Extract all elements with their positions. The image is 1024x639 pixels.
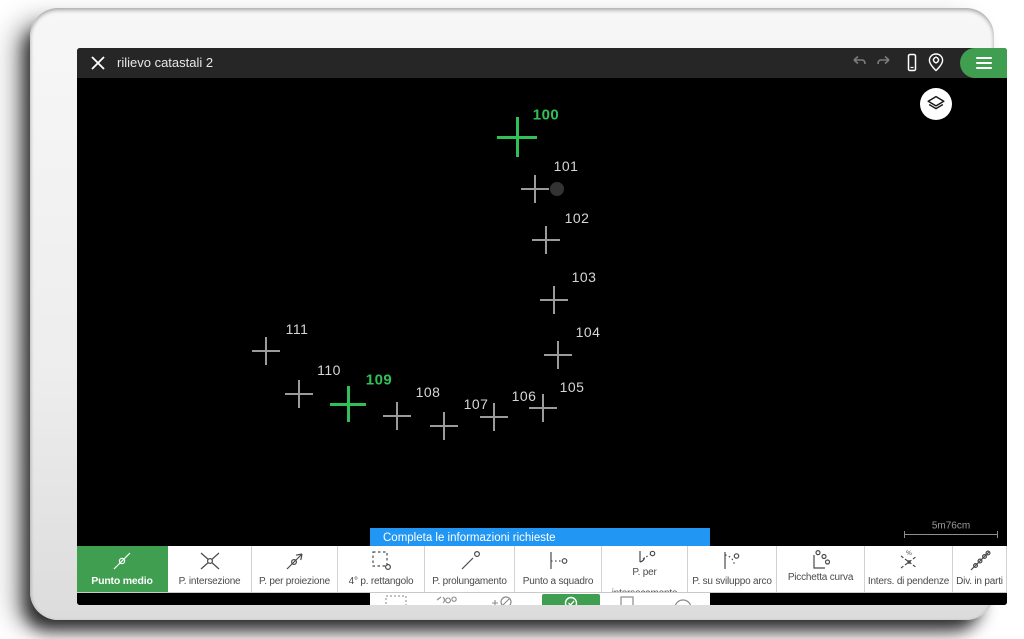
- notification-header: Completa le informazioni richieste: [370, 528, 710, 547]
- app-title: rilievo catastali 2: [117, 48, 213, 78]
- point-cross: [430, 412, 458, 440]
- p-intersezione-icon: [197, 549, 223, 573]
- tool-punto-a-squadro[interactable]: Punto a squadro: [515, 546, 602, 592]
- tool-label: Picchetta curva: [777, 572, 864, 583]
- square-button[interactable]: [618, 594, 640, 605]
- p-prolungamento-icon: [457, 549, 483, 573]
- point-label: 108: [416, 384, 441, 400]
- point-cross: [383, 402, 411, 430]
- p-per-proiezione-icon: [282, 549, 308, 573]
- tool-label: Punto a squadro: [515, 576, 601, 587]
- tool-p-per[interactable]: P. per intersecamento: [602, 546, 688, 592]
- target-icon: [490, 594, 520, 605]
- tool-label: P. per proiezione: [252, 576, 337, 587]
- point-label: 109: [366, 372, 393, 389]
- point-label: 106: [512, 388, 537, 404]
- layers-icon: [925, 93, 947, 115]
- point-cross: [532, 226, 560, 254]
- tool-label: Inters. di pendenze: [865, 576, 952, 587]
- confirm-icon: [560, 594, 582, 605]
- tool-inters-di-pendenze[interactable]: % Inters. di pendenze: [865, 546, 953, 592]
- survey-canvas[interactable]: 100 101 102 103 104 105 106 107 108 109 110 111 5m7…: [77, 78, 1007, 605]
- point-cross: [252, 337, 280, 365]
- app-topbar: rilievo catastali 2: [77, 48, 1007, 78]
- point-cross: [544, 341, 572, 369]
- point-cross: [330, 386, 366, 422]
- tool-punto-medio[interactable]: Punto medio: [77, 546, 168, 592]
- bottom-toolbar: Punto medioP. intersezioneP. per proiezi…: [77, 546, 1007, 593]
- tool-p-intersezione[interactable]: P. intersezione: [168, 546, 252, 592]
- point-label: 100: [533, 107, 560, 124]
- tool-label-line2: intersecamento: [602, 588, 687, 592]
- punto-a-squadro-icon: [545, 549, 571, 573]
- redo-button[interactable]: [872, 51, 896, 75]
- tool-label: P. per: [602, 567, 687, 578]
- p-su-sviluppo-arco-icon: [719, 549, 745, 573]
- point-label: 111: [286, 321, 309, 337]
- notification-text: Completa le informazioni richieste: [383, 532, 556, 544]
- redo-icon: [872, 51, 896, 75]
- device-button[interactable]: [900, 51, 924, 75]
- dotted-rect-icon: [384, 594, 412, 605]
- inters-di-pendenze-icon: %: [896, 549, 922, 573]
- glyphs-button[interactable]: [434, 594, 464, 605]
- point-cross: [497, 117, 537, 157]
- close-button[interactable]: [87, 52, 109, 74]
- svg-text:%: %: [905, 549, 911, 557]
- point-label: 110: [317, 362, 341, 378]
- tool-label: P. prolungamento: [425, 576, 514, 587]
- tool-label: 4° p. rettangolo: [338, 576, 424, 587]
- close-icon: [87, 52, 109, 74]
- dotted-rect-button[interactable]: [384, 594, 412, 605]
- hamburger-icon: [976, 54, 992, 72]
- screen: rilievo catastali 2: [77, 48, 1007, 605]
- tool-label: P. intersezione: [168, 576, 251, 587]
- point-label: 107: [464, 396, 489, 412]
- gps-settings-button[interactable]: [924, 51, 948, 75]
- tool-label: Punto medio: [77, 575, 167, 587]
- target-button[interactable]: [490, 594, 520, 605]
- menu-button[interactable]: [960, 48, 1007, 78]
- point-label: 101: [554, 158, 579, 174]
- tablet-frame: rilievo catastali 2: [30, 8, 994, 620]
- scale-label: 5m76cm: [932, 521, 970, 532]
- square-icon: [618, 594, 640, 605]
- tool-picchetta-curva[interactable]: Picchetta curva: [777, 546, 865, 592]
- undo-button[interactable]: [847, 51, 871, 75]
- punto-medio-icon: [109, 549, 135, 573]
- point-label: 105: [560, 379, 585, 395]
- tool-4-p-rettangolo[interactable]: 4° p. rettangolo: [338, 546, 425, 592]
- quarto-p-rettangolo-icon: [368, 549, 394, 573]
- tool-label: Div. in parti: [953, 576, 1006, 587]
- tool-p-prolungamento[interactable]: P. prolungamento: [425, 546, 515, 592]
- device-icon: [900, 51, 924, 75]
- tool-p-per-proiezione[interactable]: P. per proiezione: [252, 546, 338, 592]
- layers-button[interactable]: [920, 88, 952, 120]
- scale-line: [904, 534, 998, 535]
- point-label: 104: [576, 324, 601, 340]
- arc-icon: [672, 594, 698, 605]
- point-label: 102: [565, 210, 590, 226]
- confirm-button[interactable]: [542, 594, 600, 605]
- div-in-parti-icon: [967, 549, 993, 573]
- glyphs-icon: [434, 594, 464, 605]
- point-label: 103: [572, 269, 597, 285]
- point-cross: [521, 175, 549, 203]
- picchetta-curva-icon: [806, 549, 836, 573]
- undo-icon: [847, 51, 871, 75]
- tool-p-su-sviluppo-arco[interactable]: P. su sviluppo arco: [688, 546, 777, 592]
- gps-settings-icon: [924, 51, 948, 75]
- tool-label: P. su sviluppo arco: [688, 576, 776, 587]
- page: rilievo catastali 2: [0, 0, 1024, 639]
- point-marker-dot: [550, 182, 564, 196]
- tool-div-in-parti[interactable]: Div. in parti: [953, 546, 1007, 592]
- point-cross: [540, 286, 568, 314]
- arc-button[interactable]: [672, 594, 698, 605]
- point-cross: [285, 380, 313, 408]
